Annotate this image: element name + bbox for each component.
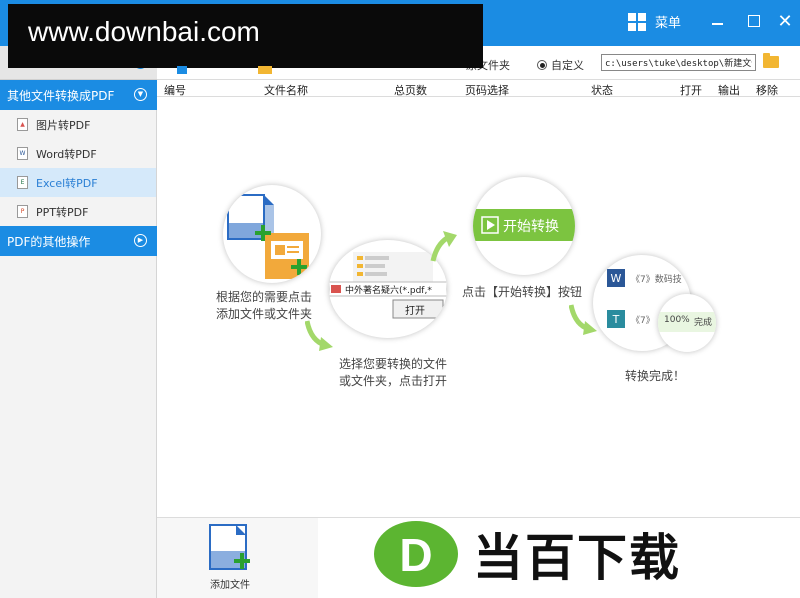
radio-custom-label: 自定义 xyxy=(551,59,584,72)
grid-icon xyxy=(628,12,646,31)
column-header-open[interactable]: 打开 xyxy=(680,82,702,98)
word-doc-icon: W xyxy=(607,269,625,287)
sidebar-section-pdf-other[interactable]: PDF的其他操作 ▶ xyxy=(0,226,157,256)
dialog-open-button: 打开 xyxy=(405,306,425,317)
column-header-status[interactable]: 状态 xyxy=(591,82,613,98)
ppt-file-icon: P xyxy=(17,205,28,218)
start-convert-label: 开始转换 xyxy=(503,219,559,235)
file-dialog-filename: 中外著名疑六(*.pdf,* xyxy=(345,286,432,296)
add-file-button[interactable]: 添加文件 xyxy=(195,523,265,591)
file-list-area[interactable]: 根据您的需要点击 添加文件或文件夹 中外著名疑六(*.pdf,* 打开 选择您要… xyxy=(157,97,800,517)
column-header-page-select[interactable]: 页码选择 xyxy=(465,82,509,98)
sidebar-item-label: Word转PDF xyxy=(36,147,97,161)
watermark-overlay: www.downbai.com xyxy=(8,4,483,68)
brand-logo: D 当百下载 xyxy=(373,518,681,590)
progress-percent: 100% xyxy=(664,315,690,325)
sidebar-section-label: 其他文件转换成PDF xyxy=(7,88,115,103)
add-file-label: 添加文件 xyxy=(210,580,250,591)
sidebar: ▼ 其他文件转换成PDF ▼ ▲ 图片转PDF W Word转PDF E Exc… xyxy=(0,46,157,598)
sidebar-item-label: PPT转PDF xyxy=(36,205,89,219)
close-button[interactable]: ✕ xyxy=(774,10,796,32)
txt-doc-icon: T xyxy=(607,310,625,328)
chevron-down-icon: ▼ xyxy=(134,88,147,101)
column-header-number[interactable]: 编号 xyxy=(164,82,186,98)
step3-illustration: 开始转换 xyxy=(473,177,575,275)
sidebar-item-word-to-pdf[interactable]: W Word转PDF xyxy=(0,139,156,168)
sidebar-item-excel-to-pdf[interactable]: E Excel转PDF xyxy=(0,168,156,197)
converted-file-2: 《7》 xyxy=(631,316,655,326)
step1-illustration xyxy=(223,185,321,283)
sidebar-item-label: 图片转PDF xyxy=(36,118,91,132)
bottom-panel: 添加文件 D 当百下载 xyxy=(157,517,800,598)
radio-custom-folder[interactable]: 自定义 xyxy=(537,57,584,73)
sidebar-item-label: Excel转PDF xyxy=(36,176,98,190)
step4-text: 转换完成！ xyxy=(625,369,686,383)
step1-text: 根据您的需要点击 添加文件或文件夹 xyxy=(216,290,313,321)
chevron-right-icon: ▶ xyxy=(134,234,147,247)
column-header-remove[interactable]: 移除 xyxy=(756,82,778,98)
column-header-pages[interactable]: 总页数 xyxy=(394,82,427,98)
add-file-toolbar-icon[interactable] xyxy=(177,66,187,74)
output-path-input[interactable] xyxy=(601,54,756,71)
svg-text:D: D xyxy=(399,529,432,581)
brand-d-icon: D xyxy=(374,521,458,587)
file-table-header: 编号 文件名称 总页数 页码选择 状态 打开 输出 移除 xyxy=(157,80,800,97)
sidebar-item-image-to-pdf[interactable]: ▲ 图片转PDF xyxy=(0,110,156,139)
image-file-icon: ▲ xyxy=(17,118,28,131)
progress-bubble: 100% 完成 xyxy=(658,294,716,352)
maximize-button[interactable] xyxy=(743,10,765,32)
add-files-icon xyxy=(227,194,309,279)
browse-folder-icon[interactable] xyxy=(763,53,779,68)
play-icon xyxy=(481,216,499,234)
sidebar-section-convert-to-pdf[interactable]: 其他文件转换成PDF ▼ xyxy=(0,80,157,110)
excel-file-icon: E xyxy=(17,176,28,189)
word-file-icon: W xyxy=(17,147,28,160)
menu-label: 菜单 xyxy=(655,16,682,31)
radio-dot-icon xyxy=(537,60,547,70)
minimize-button[interactable] xyxy=(706,10,728,32)
column-header-filename[interactable]: 文件名称 xyxy=(264,82,308,98)
menu-button[interactable]: 菜单 xyxy=(628,12,681,31)
converted-file-1: 《7》数码技 xyxy=(631,275,682,285)
arrow-down-right-icon xyxy=(305,320,333,351)
step2-text: 选择您要转换的文件 或文件夹，点击打开 xyxy=(339,357,448,388)
step3-text: 点击【开始转换】按钮 xyxy=(462,285,583,299)
add-file-icon xyxy=(209,524,250,570)
progress-done: 完成 xyxy=(694,318,713,328)
sidebar-item-ppt-to-pdf[interactable]: P PPT转PDF xyxy=(0,197,156,226)
brand-text: 当百下载 xyxy=(473,529,681,587)
arrow-up-right-icon xyxy=(430,231,457,262)
column-header-output[interactable]: 输出 xyxy=(718,82,740,98)
sidebar-section-label: PDF的其他操作 xyxy=(7,234,91,249)
add-folder-toolbar-icon[interactable] xyxy=(258,66,272,74)
bottom-actions: 添加文件 xyxy=(157,518,318,598)
